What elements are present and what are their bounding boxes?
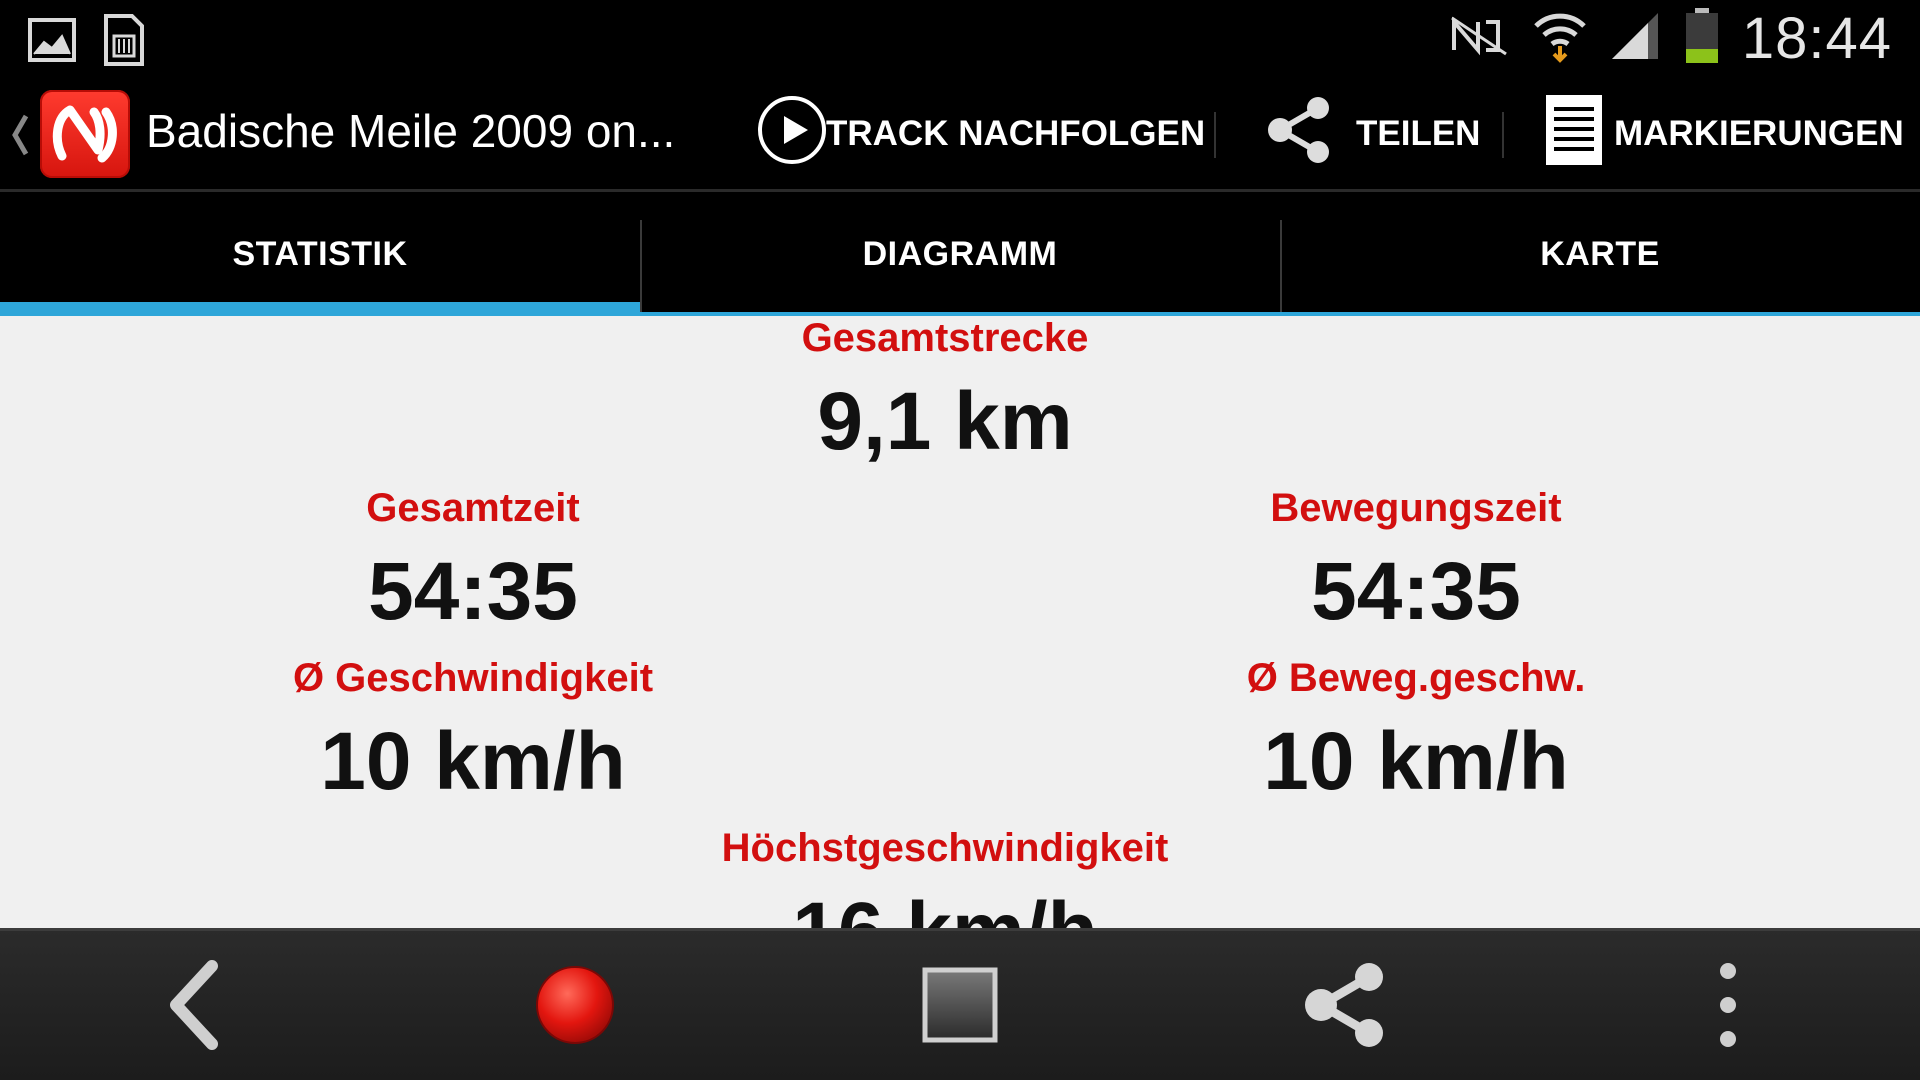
stat-value: 10 km/h [1263, 716, 1569, 807]
tab-diagramm[interactable]: DIAGRAMM [640, 192, 1280, 316]
nfc-off-icon [1448, 14, 1510, 63]
tab-bar: STATISTIK DIAGRAMM KARTE [0, 192, 1920, 316]
stat-value: 16 km/h [595, 885, 1295, 928]
app-logo-icon[interactable] [40, 90, 130, 178]
battery-icon [1684, 7, 1720, 70]
list-icon [1544, 93, 1604, 176]
stat-label: Bewegungszeit [1270, 486, 1562, 530]
stat-value: 10 km/h [320, 716, 626, 807]
clock: 18:44 [1741, 5, 1892, 71]
stat-value: 54:35 [368, 546, 578, 637]
stat-label: Ø Geschwindigkeit [292, 656, 654, 700]
markers-label: MARKIERUNGEN [1614, 114, 1904, 153]
record-icon [533, 963, 617, 1052]
bottom-toolbar [0, 928, 1920, 1080]
record-button[interactable] [505, 931, 645, 1080]
statistics-panel[interactable]: Gesamtstrecke 9,1 km Gesamtzeit 54:35 Be… [0, 316, 1920, 928]
gallery-icon [28, 18, 76, 67]
follow-track-button[interactable]: TRACK NACHFOLGEN [756, 76, 1205, 192]
stat-value: 54:35 [1311, 546, 1521, 637]
track-title: Badische Meile 2009 on... [146, 105, 676, 157]
stop-icon [919, 964, 1001, 1051]
tab-statistik[interactable]: STATISTIK [0, 192, 640, 316]
stat-label: Höchstgeschwindigkeit [721, 826, 1169, 870]
play-circle-icon [756, 94, 828, 175]
overflow-menu-icon [1716, 957, 1740, 1058]
back-icon [160, 958, 230, 1057]
markers-button[interactable]: MARKIERUNGEN [1544, 76, 1904, 192]
bottom-share-button[interactable] [1275, 931, 1415, 1080]
stat-avg-speed: Ø Geschwindigkeit 10 km/h [123, 656, 823, 809]
divider [1214, 112, 1216, 158]
sd-card-icon [102, 14, 146, 71]
share-icon [1299, 959, 1391, 1056]
stat-total-time: Gesamtzeit 54:35 [123, 486, 823, 639]
stat-total-distance: Gesamtstrecke 9,1 km [595, 316, 1295, 469]
stat-value: 9,1 km [817, 376, 1073, 467]
tab-label: KARTE [1540, 234, 1660, 273]
wifi-icon [1532, 8, 1588, 69]
follow-track-label: TRACK NACHFOLGEN [826, 114, 1206, 153]
overflow-menu-button[interactable] [1658, 931, 1798, 1080]
up-caret-icon[interactable] [10, 112, 30, 158]
stat-label: Gesamtzeit [366, 486, 580, 530]
stop-button[interactable] [890, 931, 1030, 1080]
divider [1502, 112, 1504, 158]
action-bar: Badische Meile 2009 on... TRACK NACHFOLG… [0, 76, 1920, 192]
tab-karte[interactable]: KARTE [1280, 192, 1920, 316]
tab-indicator [0, 302, 640, 316]
stat-label: Gesamtstrecke [801, 316, 1089, 360]
app-screen: 18:44 Badische Meile 2009 on... TRACK NA [0, 0, 1920, 1080]
signal-icon [1610, 11, 1662, 66]
stat-label: Ø Beweg.geschw. [1246, 656, 1586, 700]
tab-label: DIAGRAMM [862, 234, 1058, 273]
stat-avg-moving-speed: Ø Beweg.geschw. 10 km/h [1066, 656, 1766, 809]
share-label: TEILEN [1356, 114, 1481, 153]
stat-max-speed: Höchstgeschwindigkeit 16 km/h [595, 826, 1295, 928]
status-bar: 18:44 [0, 0, 1920, 76]
share-button[interactable]: TEILEN [1264, 76, 1480, 192]
stat-moving-time: Bewegungszeit 54:35 [1066, 486, 1766, 639]
back-button[interactable] [125, 931, 265, 1080]
share-icon [1264, 94, 1334, 175]
tab-label: STATISTIK [232, 234, 408, 273]
